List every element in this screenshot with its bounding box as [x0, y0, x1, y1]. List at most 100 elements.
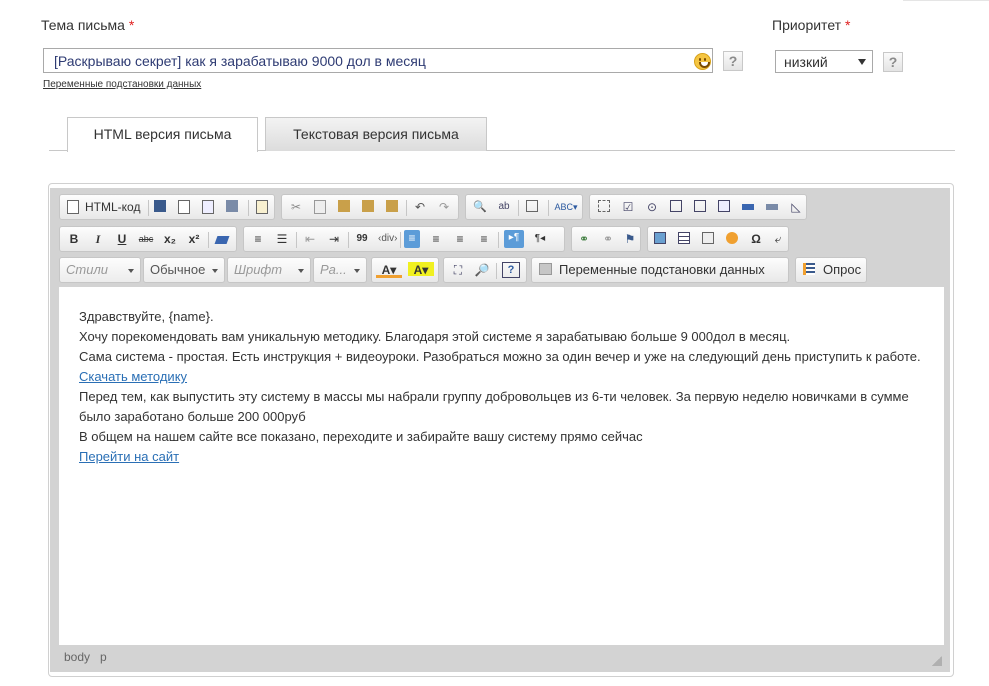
- poll-button[interactable]: Опрос: [795, 257, 867, 283]
- align-justify-icon[interactable]: ≡: [476, 231, 492, 247]
- toolbar-group-find: 🔍 ab ABC▾: [465, 194, 583, 220]
- show-blocks-icon[interactable]: 🔎: [474, 262, 490, 278]
- horizontal-rule-icon[interactable]: [702, 232, 714, 244]
- undo-icon[interactable]: ↶: [412, 199, 428, 215]
- priority-select[interactable]: низкий: [775, 50, 873, 73]
- path-body[interactable]: body: [64, 650, 90, 664]
- body-greeting: Здравствуйте, {name}.: [79, 309, 214, 324]
- chevron-down-icon: [858, 59, 866, 65]
- body-line-1: Хочу порекомендовать вам уникальную мето…: [79, 329, 791, 344]
- find-icon[interactable]: 🔍: [472, 199, 488, 215]
- download-method-link[interactable]: Скачать методику: [79, 369, 187, 384]
- image-icon[interactable]: [654, 232, 666, 244]
- format-combo[interactable]: Обычное: [143, 257, 225, 283]
- strike-button[interactable]: abc: [136, 231, 156, 247]
- about-help-button[interactable]: ?: [502, 262, 520, 278]
- link-icon[interactable]: ⚭: [576, 231, 592, 247]
- toolbar-group-document: HTML-код: [59, 194, 275, 220]
- text-color-icon[interactable]: A▾: [376, 262, 402, 278]
- element-path: body p: [64, 650, 107, 664]
- vars-substitution-button[interactable]: Переменные подстановки данных: [531, 257, 789, 283]
- button-field-icon[interactable]: [742, 204, 754, 210]
- special-char-icon[interactable]: Ω: [748, 231, 764, 247]
- toolbar-group-clipboard: ✂ ↶ ↷: [281, 194, 459, 220]
- poll-label: Опрос: [823, 262, 862, 277]
- eraser-icon[interactable]: [214, 236, 230, 244]
- body-line-4: В общем на нашем сайте все показано, пер…: [79, 429, 643, 444]
- editor-content[interactable]: Здравствуйте, {name}. Хочу порекомендова…: [59, 287, 944, 645]
- size-combo[interactable]: Ра...: [313, 257, 367, 283]
- maximize-icon[interactable]: ⛶: [450, 262, 466, 278]
- emoticon-icon[interactable]: [726, 232, 738, 244]
- outdent-icon[interactable]: ⇤: [302, 231, 318, 247]
- save-icon[interactable]: [154, 200, 166, 212]
- image-button-icon[interactable]: [766, 204, 778, 210]
- styles-combo[interactable]: Стили: [59, 257, 141, 283]
- div-container-icon[interactable]: ‹div›: [378, 231, 397, 247]
- new-page-icon[interactable]: [178, 200, 190, 214]
- italic-button[interactable]: I: [90, 231, 106, 247]
- rtl-direction-icon[interactable]: ¶◂: [530, 231, 550, 247]
- table-icon[interactable]: [678, 232, 690, 244]
- align-right-icon[interactable]: ≡: [452, 231, 468, 247]
- chevron-down-icon: [212, 269, 218, 273]
- anchor-flag-icon[interactable]: ⚑: [622, 231, 638, 247]
- go-to-site-link[interactable]: Перейти на сайт: [79, 449, 179, 464]
- print-icon[interactable]: [226, 200, 238, 212]
- textfield-icon[interactable]: [670, 200, 682, 212]
- spellcheck-icon[interactable]: ABC▾: [554, 199, 578, 215]
- superscript-button[interactable]: x²: [186, 231, 202, 247]
- underline-button[interactable]: U: [114, 231, 130, 247]
- replace-icon[interactable]: ab: [496, 199, 512, 215]
- select-all-icon[interactable]: [526, 200, 538, 212]
- textarea-icon[interactable]: [694, 200, 706, 212]
- priority-help-button[interactable]: ?: [883, 52, 903, 72]
- source-button[interactable]: HTML-код: [85, 200, 140, 214]
- tab-html-version[interactable]: HTML версия письма: [67, 117, 258, 152]
- bullet-list-icon[interactable]: ☰: [274, 231, 290, 247]
- indent-icon[interactable]: ⇥: [326, 231, 342, 247]
- paste-word-icon[interactable]: [386, 200, 398, 212]
- font-combo[interactable]: Шрифт: [227, 257, 311, 283]
- poll-icon: [803, 263, 815, 275]
- copy-icon[interactable]: [314, 200, 326, 214]
- top-divider: [903, 0, 989, 1]
- subject-help-label: ?: [728, 53, 738, 69]
- priority-label-text: Приоритет: [772, 17, 842, 33]
- numbered-list-icon[interactable]: ≡: [250, 231, 266, 247]
- subject-help-button[interactable]: ?: [723, 51, 743, 71]
- bold-button[interactable]: B: [66, 231, 82, 247]
- align-left-icon[interactable]: ≡: [404, 230, 420, 248]
- preview-icon[interactable]: [202, 200, 214, 214]
- subject-label-text: Тема письма: [41, 17, 125, 33]
- select-field-icon[interactable]: [718, 200, 730, 212]
- toolbar-group-basic: B I U abc x₂ x²: [59, 226, 237, 252]
- blockquote-icon[interactable]: 99: [354, 231, 370, 247]
- paste-icon[interactable]: [338, 200, 350, 212]
- chevron-down-icon: [354, 269, 360, 273]
- subject-input[interactable]: [Раскрываю секрет] как я зарабатываю 900…: [43, 48, 713, 73]
- cut-icon[interactable]: ✂: [288, 199, 304, 215]
- unlink-icon[interactable]: ⚭: [600, 231, 616, 247]
- smiley-icon[interactable]: [694, 53, 711, 70]
- page-break-icon[interactable]: ⤶: [770, 231, 786, 247]
- subject-input-value: [Раскрываю секрет] как я зарабатываю 900…: [54, 53, 426, 69]
- path-p[interactable]: p: [100, 650, 107, 664]
- bg-color-icon[interactable]: A▾: [408, 262, 434, 277]
- source-icon: [67, 200, 79, 214]
- paste-text-icon[interactable]: [362, 200, 374, 212]
- checkbox-icon[interactable]: ☑: [620, 199, 636, 215]
- ltr-direction-icon[interactable]: ▸¶: [504, 230, 524, 248]
- toolbar-group-forms: ☑ ⊙ ◺: [589, 194, 807, 220]
- radio-icon[interactable]: ⊙: [644, 199, 660, 215]
- align-center-icon[interactable]: ≡: [428, 231, 444, 247]
- templates-icon[interactable]: [256, 200, 268, 214]
- subscript-button[interactable]: x₂: [162, 231, 178, 247]
- subject-vars-link[interactable]: Переменные подстановки данных: [43, 79, 201, 90]
- toolbar-group-insert: Ω ⤶: [647, 226, 789, 252]
- resize-handle[interactable]: [932, 656, 942, 666]
- form-icon[interactable]: [598, 200, 610, 212]
- redo-icon[interactable]: ↷: [436, 199, 452, 215]
- hidden-field-icon[interactable]: ◺: [788, 199, 804, 215]
- tab-text-version[interactable]: Текстовая версия письма: [265, 117, 487, 151]
